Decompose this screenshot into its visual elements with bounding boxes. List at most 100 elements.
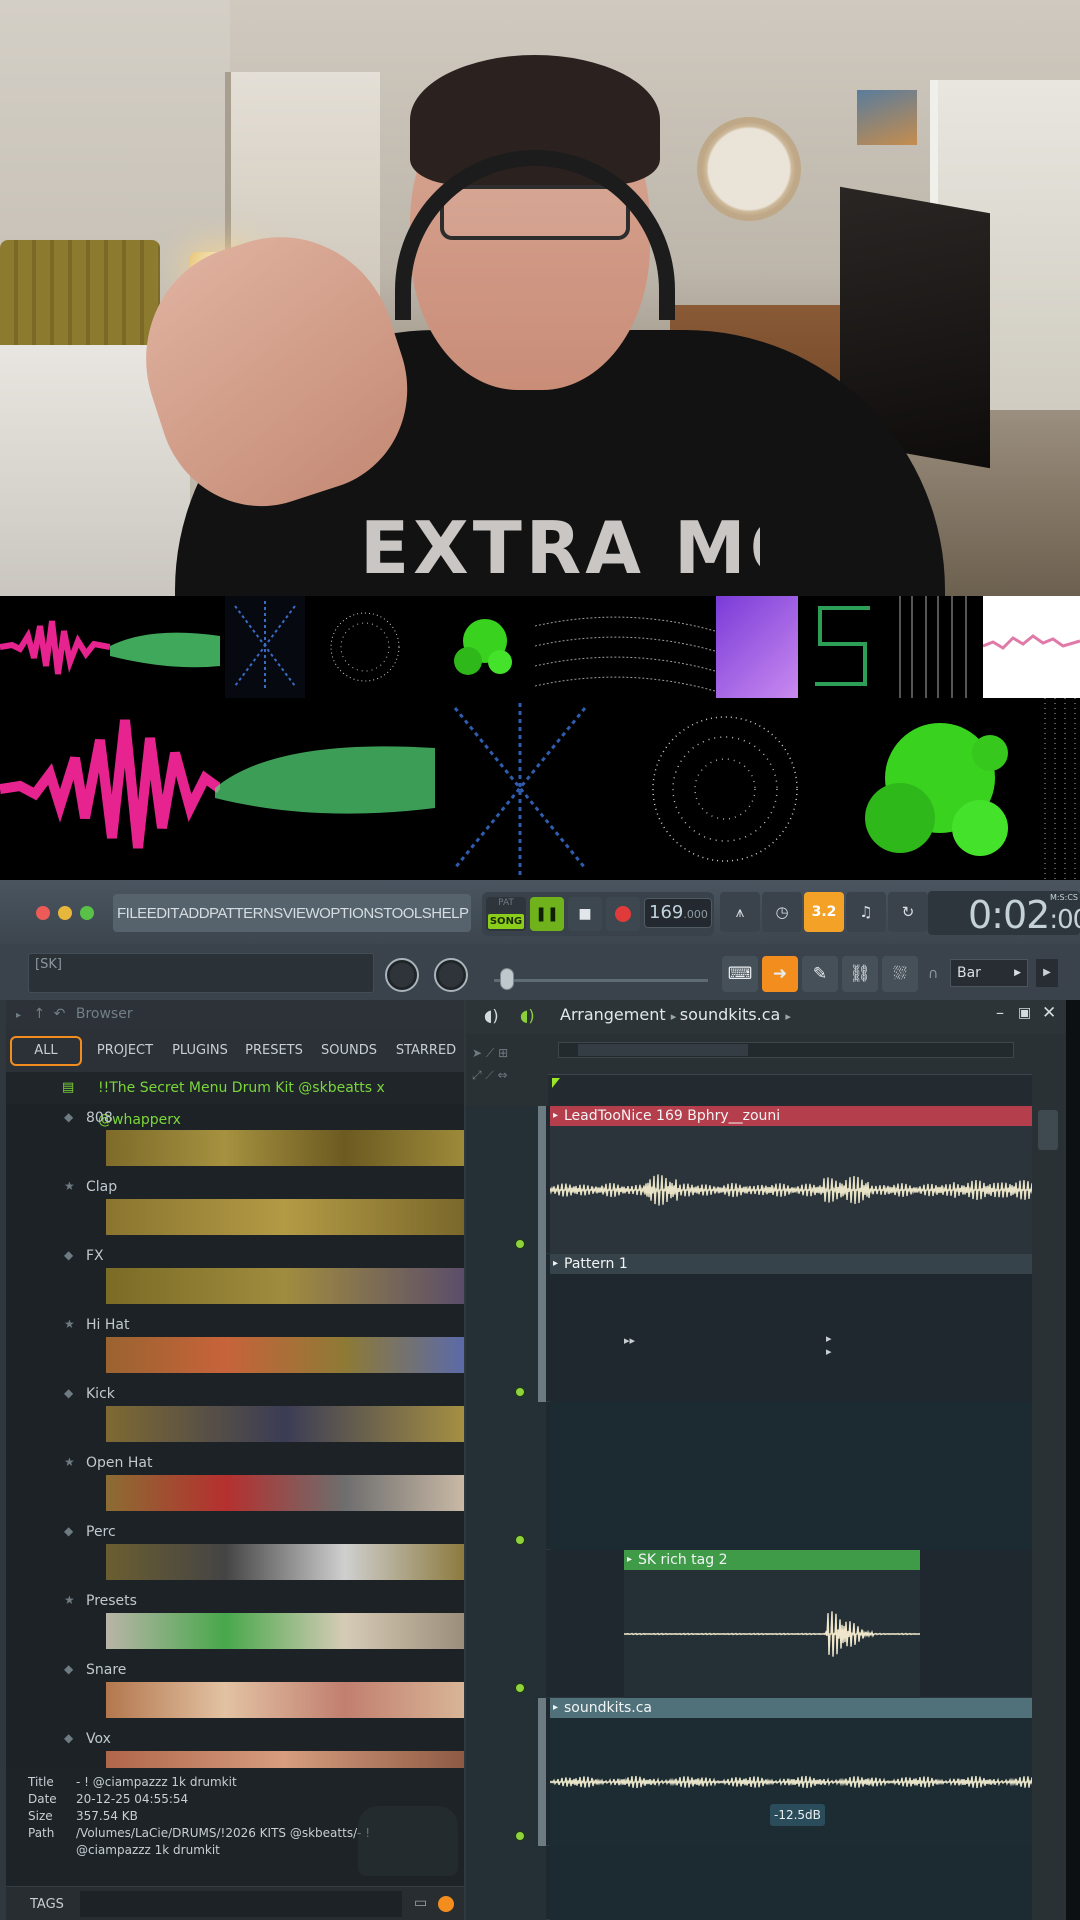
tab-project[interactable]: PROJECT [88,1036,162,1066]
audio-preview-icon[interactable]: ◖) [520,1006,535,1025]
track-lane[interactable]: Pattern 1 ▸▸ ▸▸ [466,1254,1032,1402]
track-lane[interactable]: LeadTooNice 169 Bphry__zouni [466,1106,1032,1254]
track-lane[interactable] [466,1846,1032,1920]
back-arrow-icon[interactable]: ↶ [54,1006,66,1022]
folder-item-vox[interactable]: ◆ Vox [26,1729,464,1768]
track-header[interactable] [466,1254,538,1402]
vertical-scrollbar[interactable] [1032,1034,1066,1920]
track-header[interactable] [466,1698,538,1846]
breadcrumb-arrangement[interactable]: Arrangement [560,1005,666,1024]
track-mute-led[interactable] [515,1831,525,1841]
folder-item-snare[interactable]: ◆ Snare [26,1660,464,1729]
track-mute-led[interactable] [515,1387,525,1397]
typing-keyboard-icon[interactable]: ⌨ [722,956,758,992]
menu-help[interactable]: HELP [431,905,469,922]
folder-item-clap[interactable]: ★ Clap [26,1177,464,1246]
tab-plugins[interactable]: PLUGINS [166,1036,234,1066]
star-icon[interactable]: ★ [64,1593,75,1607]
brush-icon[interactable]: ✎ [802,956,838,992]
menu-view[interactable]: VIEW [283,905,320,922]
menu-patterns[interactable]: PATTERNS [209,905,283,922]
diamond-icon[interactable]: ◆ [64,1248,73,1262]
snap-selector[interactable]: Bar ▶ [950,959,1028,987]
minimize-panel-icon[interactable]: – [996,1003,1004,1022]
slice-tool-icon[interactable]: ⤢ ⟋ ⇔ [472,1068,508,1082]
folder-icon[interactable]: ▭ [414,1895,427,1911]
diamond-icon[interactable]: ◆ [64,1386,73,1400]
track-header[interactable] [466,1106,538,1254]
folder-item-hi-hat[interactable]: ★ Hi Hat [26,1315,464,1384]
folder-item-perc[interactable]: ◆ Perc [26,1522,464,1591]
folder-item-fx[interactable]: ◆ FX [26,1246,464,1315]
playhead-marker[interactable] [552,1078,560,1088]
track-grip[interactable] [538,1698,546,1846]
up-arrow-icon[interactable]: ↑ [33,1006,45,1022]
maximize-panel-icon[interactable]: ▣ [1018,1005,1031,1021]
tab-all[interactable]: ALL [10,1036,82,1066]
audio-clip[interactable]: SK rich tag 2 [624,1550,920,1698]
stamp-icon[interactable]: ⛆ [882,956,918,992]
folder-item-open-hat[interactable]: ★ Open Hat [26,1453,464,1522]
track-lane[interactable] [466,1402,1032,1550]
breadcrumb-pattern[interactable]: soundkits.ca [680,1005,781,1024]
arrow-right-icon[interactable]: ➜ [762,956,798,992]
menu-edit[interactable]: EDIT [147,905,180,922]
close-panel-icon[interactable]: ✕ [1042,1003,1056,1023]
magnet-icon[interactable]: ∩ [928,966,938,982]
master-pitch-knob[interactable] [434,958,468,992]
speaker-icon[interactable]: ◖) [484,1006,499,1025]
track-grip[interactable] [538,1254,546,1402]
track-mute-led[interactable] [515,1239,525,1249]
star-icon[interactable]: ★ [64,1317,75,1331]
draw-tool-icon[interactable]: ➤ ⟋ ⊞ [472,1046,508,1060]
empty-lane[interactable] [550,1846,1032,1920]
track-header[interactable] [466,1846,538,1920]
timeline-bar[interactable] [548,1074,1032,1106]
expand-icon[interactable]: ▸ [16,1010,21,1021]
audio-clip[interactable]: soundkits.ca -12.5dB [550,1698,1032,1846]
tab-sounds[interactable]: SOUNDS [314,1036,384,1066]
pitch-icon[interactable]: ⩚ [720,892,760,932]
menu-options[interactable]: OPTIONS [319,905,384,922]
stop-button[interactable]: ■ [568,897,602,931]
track-grip[interactable] [538,1106,546,1254]
star-icon[interactable]: ★ [64,1455,75,1469]
track-lane[interactable]: SK rich tag 2 [466,1550,1032,1698]
tags-input[interactable] [80,1891,402,1917]
diamond-icon[interactable]: ◆ [64,1110,73,1124]
minimize-window-button[interactable] [58,906,72,920]
menu-file[interactable]: FILE [117,905,147,922]
record-button[interactable] [606,897,640,931]
track-mute-led[interactable] [515,1535,525,1545]
fl-logo-icon[interactable] [438,1896,454,1912]
track-header[interactable] [466,1402,538,1550]
track-header[interactable] [466,1550,538,1698]
tempo-slider-handle[interactable] [500,968,514,990]
overview-thumb[interactable] [578,1044,748,1056]
pat-song-toggle[interactable]: PAT SONG [486,897,526,931]
empty-lane[interactable] [550,1402,1032,1550]
pattern-clip[interactable]: Pattern 1 ▸▸ ▸▸ [550,1254,1032,1402]
diamond-icon[interactable]: ◆ [64,1524,73,1538]
menu-add[interactable]: ADD [179,905,210,922]
menu-tools[interactable]: TOOLS [383,905,432,922]
tab-starred[interactable]: STARRED [388,1036,464,1066]
diamond-icon[interactable]: ◆ [64,1662,73,1676]
audio-clip[interactable]: LeadTooNice 169 Bphry__zouni [550,1106,1032,1254]
tempo-display[interactable]: 169.000 [644,898,712,928]
folder-item-kick[interactable]: ◆ Kick [26,1384,464,1453]
folder-item-presets[interactable]: ★ Presets [26,1591,464,1660]
close-window-button[interactable] [36,906,50,920]
diamond-icon[interactable]: ◆ [64,1731,73,1745]
step-edit-icon[interactable]: ♫ [846,892,886,932]
root-folder[interactable]: ▤ !!The Secret Menu Drum Kit @skbeatts x… [6,1072,464,1128]
wait-record-icon[interactable]: ◷ [762,892,802,932]
zoom-window-button[interactable] [80,906,94,920]
loop-record-icon[interactable]: ↻ [888,892,928,932]
track-lane[interactable]: soundkits.ca -12.5dB [466,1698,1032,1846]
link-icon[interactable]: ⛓ [842,956,878,992]
star-icon[interactable]: ★ [64,1179,75,1193]
play-arrow-icon[interactable]: ▶ [1036,959,1058,987]
scroll-thumb[interactable] [1038,1110,1058,1150]
folder-item-808[interactable]: ◆ 808 [26,1108,464,1177]
